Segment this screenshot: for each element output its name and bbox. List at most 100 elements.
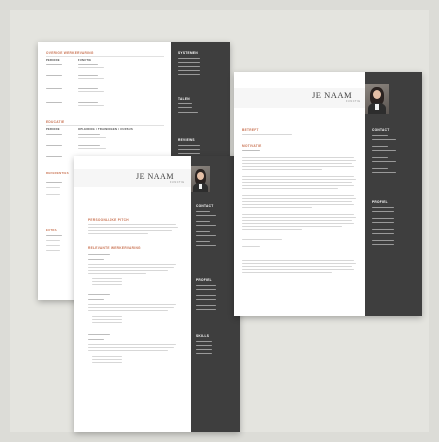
- text-line: [88, 350, 168, 352]
- back-sidebar-reviews: Reviews: [178, 138, 195, 142]
- text-line: [78, 64, 98, 66]
- text-line: [88, 224, 176, 226]
- back-section-education: Educatie: [46, 120, 65, 124]
- text-line: [242, 263, 356, 265]
- text-line: [88, 259, 104, 261]
- text-line: [242, 217, 356, 219]
- text-line: [242, 220, 352, 222]
- text-line: [46, 187, 60, 189]
- back-education-sub: Opleiding / Trainingen / Cursus: [78, 128, 133, 131]
- text-line: [242, 214, 354, 216]
- middle-section-experience: Relevante werkervaring: [88, 246, 141, 250]
- back-col-period: Periode: [46, 59, 60, 62]
- middle-profile-photo: [191, 166, 210, 192]
- text-line: [88, 227, 178, 229]
- front-section-subject: Betreft: [242, 128, 259, 132]
- text-line: [242, 223, 354, 225]
- text-line: [88, 344, 176, 346]
- text-line: [78, 148, 106, 150]
- text-line: [242, 239, 282, 241]
- text-line: [78, 134, 100, 136]
- text-line: [242, 269, 354, 271]
- middle-sidebar: [191, 156, 240, 432]
- text-line: [242, 226, 342, 228]
- text-line: [242, 163, 352, 165]
- text-line: [88, 267, 174, 269]
- back-section-extra: Extra: [46, 228, 57, 232]
- text-line: [242, 182, 352, 184]
- text-line: [242, 201, 352, 203]
- text-line: [78, 105, 104, 107]
- text-line: [78, 91, 104, 93]
- text-line: [242, 204, 354, 206]
- text-line: [88, 273, 146, 275]
- text-line: [242, 195, 354, 197]
- text-line: [46, 182, 62, 184]
- text-line: [242, 160, 356, 162]
- bullet-line: [92, 359, 122, 361]
- back-col-function: Functie: [78, 59, 92, 62]
- text-line: [242, 166, 354, 168]
- text-line: [46, 88, 62, 90]
- text-line: [242, 179, 356, 181]
- text-line: [46, 235, 62, 237]
- front-name: JE NAAM: [312, 90, 353, 100]
- text-line: [46, 240, 60, 242]
- text-line: [46, 250, 60, 252]
- preview-frame: Overige werkervaring Periode Functie Edu…: [10, 10, 429, 432]
- middle-sidebar-skills: Skills: [196, 334, 210, 338]
- text-line: [242, 272, 332, 274]
- text-line: [78, 88, 98, 90]
- middle-sidebar-contact: Contact: [196, 204, 214, 208]
- middle-subtitle: FUNCTIE: [170, 181, 185, 184]
- text-line: [88, 233, 148, 235]
- text-line: [242, 260, 354, 262]
- text-line: [88, 264, 176, 266]
- middle-resume-page: JE NAAM FUNCTIE Persoonlijke pitch Relev…: [74, 156, 240, 432]
- text-line: [78, 137, 106, 139]
- text-line: [242, 157, 354, 159]
- bullet-line: [92, 322, 122, 324]
- text-line: [242, 188, 338, 190]
- text-line: [88, 299, 104, 301]
- text-line: [242, 150, 260, 152]
- text-line: [78, 75, 98, 77]
- back-sidebar-languages: Talen: [178, 97, 190, 101]
- back-section-experience: Overige werkervaring: [46, 51, 94, 55]
- text-line: [242, 246, 260, 248]
- middle-name: JE NAAM: [136, 172, 174, 181]
- text-line: [46, 134, 62, 136]
- text-line: [88, 310, 168, 312]
- bullet-line: [92, 362, 122, 364]
- text-line: [88, 339, 104, 341]
- text-line: [88, 334, 110, 336]
- text-line: [88, 294, 110, 296]
- front-profile-photo: [365, 84, 389, 114]
- text-line: [242, 229, 302, 231]
- front-letter-page: JE NAAM FUNCTIE Betreft Motivatie: [234, 72, 422, 316]
- bullet-line: [92, 316, 122, 318]
- front-section-motivation: Motivatie: [242, 144, 262, 148]
- bullet-line: [92, 281, 122, 283]
- text-line: [46, 156, 62, 158]
- front-sidebar-contact: Contact: [372, 128, 390, 132]
- text-line: [46, 102, 62, 104]
- back-col-period-2: Periode: [46, 128, 60, 131]
- text-line: [88, 270, 168, 272]
- divider: [46, 125, 164, 126]
- text-line: [78, 102, 98, 104]
- text-line: [46, 245, 60, 247]
- middle-section-profile: Persoonlijke pitch: [88, 218, 129, 222]
- text-line: [46, 64, 62, 66]
- text-line: [88, 230, 172, 232]
- text-line: [78, 78, 104, 80]
- text-line: [46, 194, 60, 196]
- text-line: [46, 145, 62, 147]
- text-line: [88, 347, 174, 349]
- bullet-line: [92, 278, 122, 280]
- text-line: [242, 207, 312, 209]
- bullet-line: [92, 319, 122, 321]
- back-sidebar-systems: Systemen: [178, 51, 198, 55]
- text-line: [88, 304, 176, 306]
- front-sidebar-profile: Profiel: [372, 200, 388, 204]
